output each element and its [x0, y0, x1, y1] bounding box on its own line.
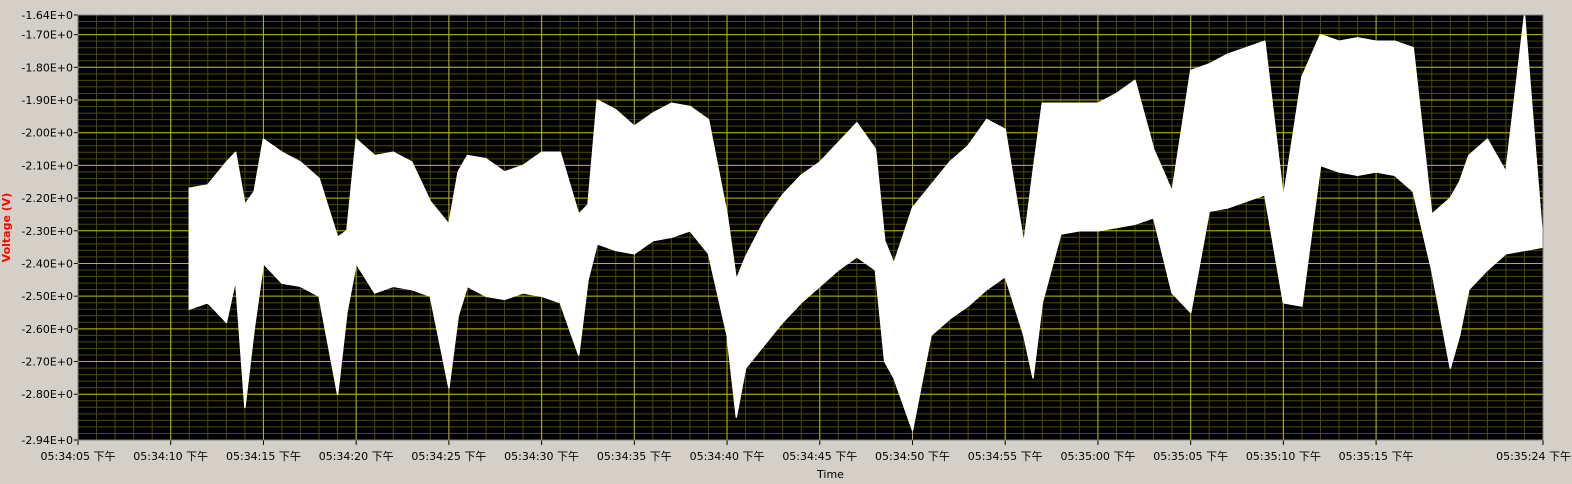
x-tick-label: 05:35:24 下午: [1496, 450, 1571, 463]
y-tick-label: -1.80E+0: [21, 61, 73, 74]
x-tick-label: 05:34:25 下午: [411, 450, 486, 463]
x-tick-label: 05:34:30 下午: [504, 450, 579, 463]
x-tick-label: 05:35:10 下午: [1246, 450, 1321, 463]
y-tick-label: -1.90E+0: [21, 94, 73, 107]
x-tick-label: 05:34:10 下午: [133, 450, 208, 463]
y-tick-label: -2.30E+0: [21, 225, 73, 238]
x-tick-label: 05:35:05 下午: [1153, 450, 1228, 463]
x-tick-label: 05:34:40 下午: [690, 450, 765, 463]
y-axis-label: Voltage (V): [0, 193, 13, 263]
x-axis-ticks: 05:34:05 下午 05:34:10 下午 05:34:15 下午 05:34:2…: [41, 440, 1571, 463]
chart-svg: -1.64E+0 -1.70E+0 -1.80E+0 -1.90E+0 -2.00E+0…: [0, 9, 1571, 481]
y-tick-label: -2.70E+0: [21, 356, 73, 369]
x-tick-label: 05:34:50 下午: [875, 450, 950, 463]
y-tick-label: -2.80E+0: [21, 388, 73, 401]
y-tick-label: -1.70E+0: [21, 29, 73, 42]
voltage-time-chart: -1.64E+0 -1.70E+0 -1.80E+0 -1.90E+0 -2.00E+0…: [0, 0, 1572, 481]
y-tick-label: -2.20E+0: [21, 192, 73, 205]
x-tick-label: 05:34:15 下午: [226, 450, 301, 463]
y-tick-label: -2.50E+0: [21, 290, 73, 303]
y-tick-label: -2.10E+0: [21, 159, 73, 172]
y-tick-label: -1.64E+0: [21, 9, 73, 22]
x-axis-label: Time: [816, 468, 844, 480]
y-tick-label: -2.40E+0: [21, 257, 73, 270]
y-axis-ticks: -1.64E+0 -1.70E+0 -1.80E+0 -1.90E+0 -2.00E+0…: [21, 9, 78, 447]
x-tick-label: 05:34:45 下午: [782, 450, 857, 463]
x-tick-label: 05:34:20 下午: [319, 450, 394, 463]
x-tick-label: 05:34:05 下午: [41, 450, 116, 463]
x-tick-label: 05:34:35 下午: [597, 450, 672, 463]
y-tick-label: -2.94E+0: [21, 434, 73, 447]
x-tick-label: 05:35:00 下午: [1060, 450, 1135, 463]
x-tick-label: 05:34:55 下午: [968, 450, 1043, 463]
x-tick-label: 05:35:15 下午: [1339, 450, 1414, 463]
y-tick-label: -2.00E+0: [21, 127, 73, 140]
y-tick-label: -2.60E+0: [21, 323, 73, 336]
